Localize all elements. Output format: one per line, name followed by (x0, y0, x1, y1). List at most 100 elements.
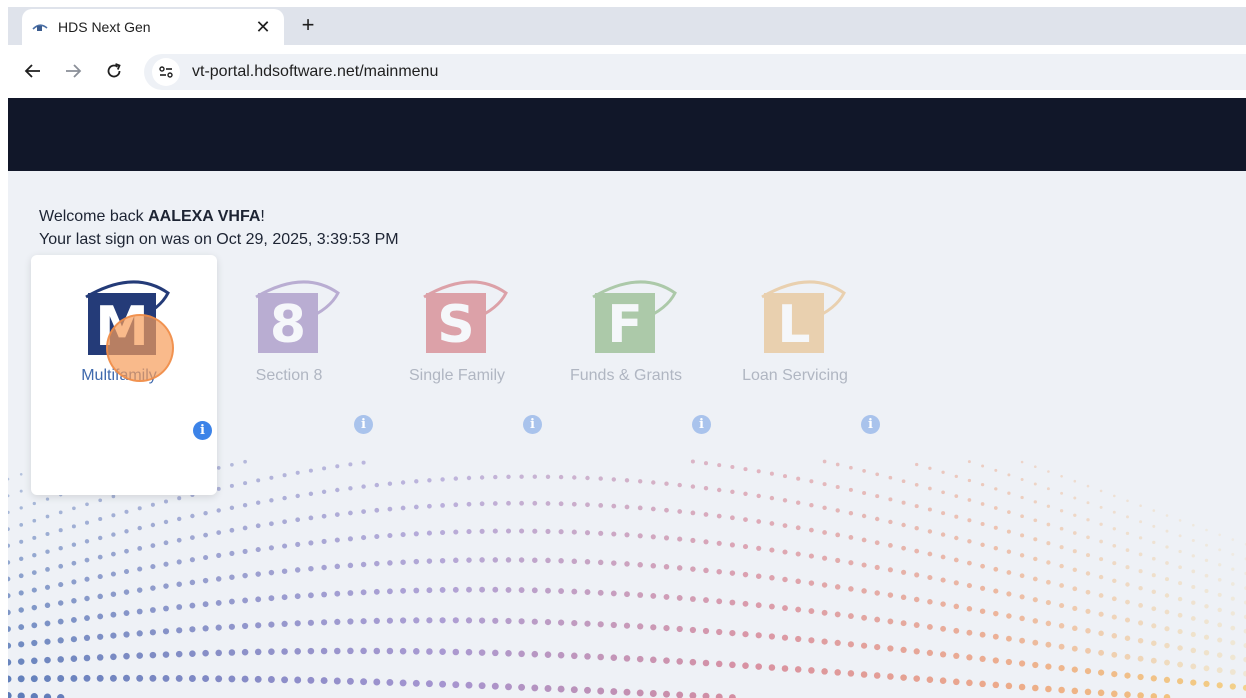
wave-dot (110, 653, 117, 661)
wave-dot (926, 649, 934, 656)
info-icon-funds-and-grants[interactable]: i (692, 415, 711, 434)
wave-dot (808, 608, 815, 615)
wave-dot (58, 510, 63, 515)
forward-button[interactable] (60, 58, 86, 84)
wave-dot (1138, 620, 1144, 626)
wave-dot (728, 694, 736, 698)
wave-dot (611, 477, 616, 482)
wave-dot (941, 470, 945, 474)
wave-dot (663, 690, 670, 698)
browser-toolbar: vt-portal.hdsoftware.net/mainmenu (8, 45, 1246, 98)
wave-dot (927, 551, 933, 557)
wave-dot (677, 536, 683, 542)
wave-dot (557, 685, 565, 693)
wave-dot (386, 588, 393, 595)
wave-dot (97, 554, 103, 560)
wave-dot (742, 662, 749, 669)
wave-dot (953, 652, 960, 659)
wave-dot (83, 654, 91, 662)
wave-dot (255, 571, 261, 577)
wave-dot (1098, 669, 1105, 676)
wave-dot (1006, 591, 1012, 597)
wave-dot (624, 478, 630, 483)
info-icon-section-8[interactable]: i (354, 415, 373, 434)
wave-dot (729, 630, 736, 637)
wave-dot (1046, 504, 1051, 508)
wave-dot (1191, 554, 1195, 558)
info-icon-multifamily[interactable]: i (193, 421, 212, 440)
wave-dot (479, 475, 485, 480)
wave-dot (1205, 543, 1208, 547)
wave-dot (30, 693, 38, 698)
wave-dot (834, 669, 841, 676)
wave-dot (466, 557, 472, 563)
wave-dot (334, 512, 340, 517)
back-button[interactable] (20, 58, 46, 84)
wave-dot (756, 545, 762, 551)
wave-dot (18, 590, 24, 596)
info-icon-loan-servicing[interactable]: i (861, 415, 880, 434)
wave-dot (72, 506, 76, 511)
wave-dot (847, 613, 854, 620)
wave-dot (387, 560, 393, 566)
module-section-8[interactable]: 8 Section 8 (204, 275, 374, 385)
wave-dot (1165, 561, 1169, 565)
wave-dot (888, 497, 893, 502)
address-bar[interactable]: vt-portal.hdsoftware.net/mainmenu (144, 54, 1246, 90)
wave-dot (149, 651, 157, 659)
wave-dot (690, 459, 695, 464)
wave-dot (31, 622, 38, 629)
wave-dot (216, 486, 221, 491)
tab-close-icon[interactable]: ✕ (254, 17, 272, 38)
wave-dot (85, 502, 89, 507)
wave-dot (493, 474, 498, 480)
wave-dot (822, 530, 827, 535)
wave-dot (361, 484, 366, 489)
wave-dot (993, 525, 998, 530)
info-icon-single-family[interactable]: i (523, 415, 542, 434)
wave-dot (914, 572, 920, 578)
wave-dot (809, 503, 814, 508)
wave-dot (281, 676, 289, 684)
module-loan-servicing[interactable]: L Loan Servicing (710, 275, 880, 385)
wave-dot (361, 460, 366, 465)
wave-dot (1230, 582, 1235, 586)
url-text: vt-portal.hdsoftware.net/mainmenu (192, 63, 439, 80)
wave-dot (676, 625, 683, 633)
browser-tab[interactable]: HDS Next Gen ✕ (22, 9, 284, 45)
wave-dot (1192, 523, 1195, 527)
wave-dot (175, 674, 183, 682)
wave-dot (228, 598, 235, 605)
site-settings-icon[interactable] (152, 58, 180, 86)
wave-dot (1152, 509, 1156, 512)
wave-dot (57, 675, 65, 682)
wave-dot (202, 625, 209, 632)
wave-dot (1032, 618, 1039, 624)
wave-dot (176, 581, 182, 587)
wave-dot (137, 506, 142, 511)
wave-dot (623, 688, 631, 696)
wave-dot (268, 621, 275, 628)
reload-button[interactable] (101, 58, 127, 84)
module-label-funds-and-grants: Funds & Grants (569, 367, 683, 384)
module-single-family[interactable]: S Single Family (372, 275, 542, 385)
wave-dot (43, 693, 52, 698)
wave-dot (281, 648, 288, 655)
wave-dot (755, 632, 762, 639)
module-funds-and-grants[interactable]: F Funds & Grants (541, 275, 711, 385)
wave-dot (782, 576, 788, 583)
wave-dot (1177, 629, 1183, 635)
wave-dot (1006, 570, 1012, 575)
wave-dot (690, 537, 696, 543)
wave-dot (651, 480, 656, 485)
wave-dot (229, 505, 235, 510)
wave-dot (584, 530, 591, 536)
new-tab-button[interactable]: + (294, 11, 322, 39)
wave-dot (229, 483, 234, 488)
wave-dot (980, 482, 985, 487)
wave-dot (347, 562, 354, 569)
wave-dot (1230, 640, 1236, 646)
wave-dot (1033, 500, 1037, 504)
wave-dot (347, 618, 354, 625)
wave-dot (874, 590, 880, 596)
